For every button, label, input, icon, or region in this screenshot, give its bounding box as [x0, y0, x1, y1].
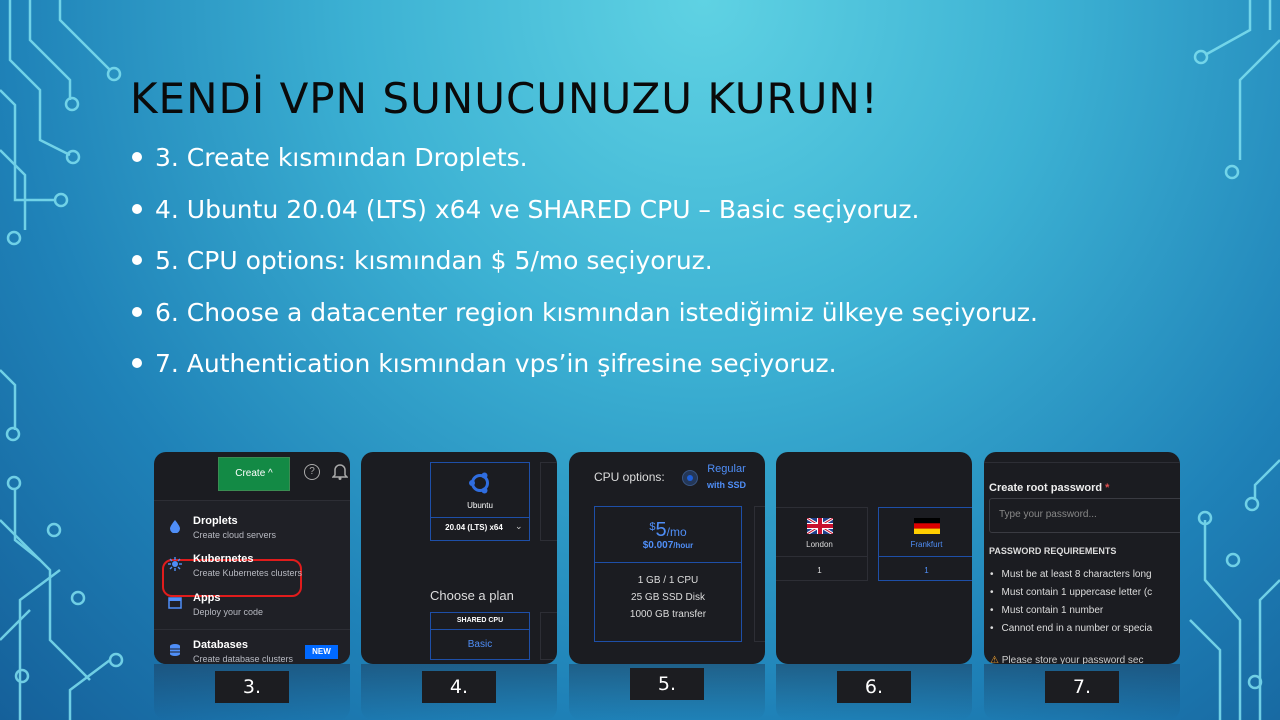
kubernetes-icon	[168, 557, 182, 571]
bell-icon[interactable]	[332, 462, 348, 480]
bullet-list: 3. Create kısmından Droplets. 4. Ubuntu …	[130, 142, 1038, 400]
password-input[interactable]: Type your password...	[989, 498, 1180, 533]
price-card[interactable]: $5/mo $0.007/hour 1 GB / 1 CPU 25 GB SSD…	[594, 506, 742, 642]
chevron-down-icon: ⌄	[515, 521, 523, 531]
choose-plan-heading: Choose a plan	[430, 588, 514, 603]
menu-item-title: Apps	[193, 592, 221, 604]
password-placeholder: Type your password...	[999, 509, 1097, 520]
bullet-item: 4. Ubuntu 20.04 (LTS) x64 ve SHARED CPU …	[130, 194, 1038, 246]
step-label: 6.	[837, 671, 911, 703]
region-name: London	[806, 540, 833, 549]
bullet-item: 7. Authentication kısmından vps’in şifre…	[130, 348, 1038, 400]
spec-item: 1000 GB transfer	[629, 609, 707, 620]
store-password-note: ⚠ Please store your password sec	[990, 655, 1144, 664]
bullet-item: 6. Choose a datacenter region kısmından …	[130, 297, 1038, 349]
step6-screenshot: London 1 Frankfurt 1	[776, 452, 972, 664]
uk-flag	[807, 518, 833, 534]
step3-screenshot: Create ^ ? Droplets Create cloud servers…	[154, 452, 350, 664]
with-ssd-label: with SSD	[707, 480, 747, 490]
requirement-item: Must contain 1 uppercase letter (c	[990, 587, 1153, 598]
region-name: Frankfurt	[910, 540, 943, 549]
step4-screenshot: Ubuntu 20.04 (LTS) x64 ⌄ Choose a plan S…	[361, 452, 557, 664]
regular-ssd-option[interactable]: Regular with SSD	[707, 461, 746, 493]
menu-item-title: Databases	[193, 639, 249, 651]
step-label: 5.	[630, 668, 704, 700]
ubuntu-icon	[469, 472, 489, 494]
hourly-price: $0.007/hour	[642, 540, 694, 551]
next-card	[754, 506, 765, 642]
germany-flag	[914, 518, 940, 534]
menu-item-desc: Create database clusters	[193, 654, 294, 664]
next-card	[540, 462, 557, 541]
step-label: 4.	[422, 671, 496, 703]
help-icon[interactable]: ?	[304, 464, 320, 480]
requirement-item: Must contain 1 number	[990, 605, 1104, 616]
requirement-item: Cannot end in a number or specia	[990, 623, 1153, 634]
menu-item-title: Droplets	[193, 515, 238, 527]
bullet-item: 5. CPU options: kısmından $ 5/mo seçiyor…	[130, 245, 1038, 297]
create-button[interactable]: Create ^	[218, 457, 290, 491]
cpu-options-label: CPU options:	[594, 470, 665, 484]
shared-cpu-label: SHARED CPU	[456, 617, 504, 624]
region-count[interactable]: 1	[776, 566, 867, 575]
step5-screenshot: CPU options: Regular with SSD $5/mo $0.0…	[569, 452, 765, 664]
region-card-frankfurt[interactable]: Frankfurt 1	[878, 507, 972, 581]
menu-item-desc: Create cloud servers	[193, 530, 277, 540]
version-select[interactable]: 20.04 (LTS) x64	[439, 523, 509, 532]
root-password-label: Create root password *	[989, 482, 1110, 494]
step-label: 7.	[1045, 671, 1119, 703]
create-menu: Droplets Create cloud servers Kubernetes…	[154, 500, 350, 664]
apps-icon	[168, 597, 182, 609]
shared-cpu-card[interactable]: SHARED CPU Basic	[430, 612, 530, 660]
bullet-item: 3. Create kısmından Droplets.	[130, 142, 1038, 194]
region-count[interactable]: 1	[879, 566, 972, 575]
warning-icon: ⚠	[990, 655, 999, 664]
spec-item: 25 GB SSD Disk	[631, 592, 705, 603]
menu-item-title: Kubernetes	[193, 553, 254, 565]
step7-screenshot: Create root password * Type your passwor…	[984, 452, 1180, 664]
database-icon	[170, 644, 180, 656]
menu-divider	[154, 629, 350, 630]
requirements-title: PASSWORD REQUIREMENTS	[989, 546, 1117, 556]
distro-name: Ubuntu	[467, 501, 493, 510]
new-badge: NEW	[305, 645, 338, 659]
monthly-price: $5/mo	[649, 519, 687, 541]
region-card-london[interactable]: London 1	[776, 507, 868, 581]
menu-item-desc: Deploy your code	[193, 607, 264, 617]
next-card	[540, 612, 557, 660]
droplet-icon	[170, 520, 180, 533]
spec-item: 1 GB / 1 CPU	[637, 575, 699, 586]
slide-title: KENDİ VPN SUNUCUNUZU KURUN!	[130, 74, 879, 123]
menu-item-desc: Create Kubernetes clusters	[193, 568, 303, 578]
step-label: 3.	[215, 671, 289, 703]
basic-label: Basic	[467, 639, 493, 650]
cpu-radio[interactable]	[682, 470, 698, 486]
ubuntu-card[interactable]: Ubuntu 20.04 (LTS) x64 ⌄	[430, 462, 530, 541]
requirement-item: Must be at least 8 characters long	[990, 569, 1152, 580]
regular-label: Regular	[707, 463, 746, 475]
